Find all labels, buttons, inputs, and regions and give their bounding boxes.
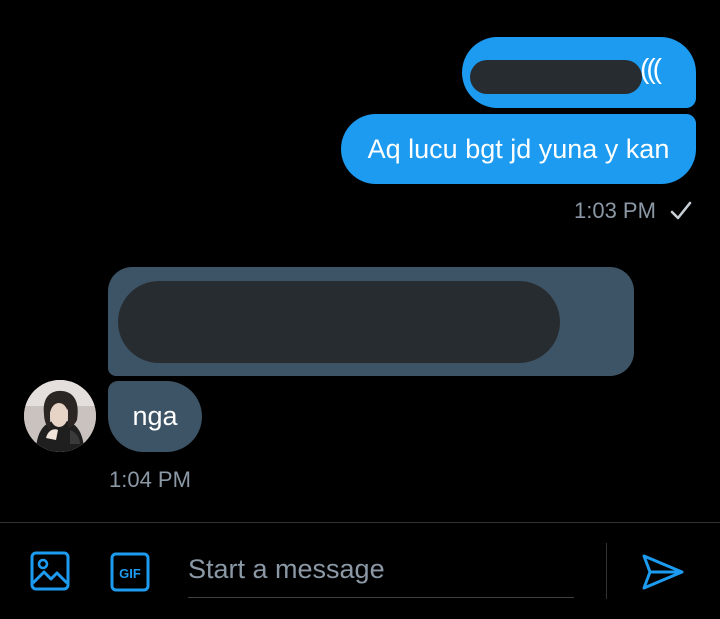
- checkmark-icon: [670, 201, 692, 221]
- message-text: Aq lucu bgt jd yuna y kan: [367, 133, 670, 164]
- gif-label: GIF: [119, 566, 141, 581]
- gif-icon[interactable]: GIF: [108, 550, 152, 594]
- message-input[interactable]: [188, 541, 574, 598]
- redaction-bar: [118, 281, 560, 363]
- incoming-message-bubble[interactable]: nga: [108, 381, 202, 452]
- message-text: nga: [132, 401, 178, 431]
- outgoing-timestamp: 1:03 PM: [574, 198, 692, 224]
- message-composer: GIF: [0, 522, 720, 619]
- message-text-fragment: (((: [640, 53, 662, 84]
- avatar[interactable]: [24, 380, 96, 452]
- timestamp-text: 1:03 PM: [574, 198, 656, 223]
- redaction-bar: [470, 60, 642, 94]
- dm-conversation: ((( Aq lucu bgt jd yuna y kan 1:03 PM ng…: [0, 0, 720, 619]
- image-icon[interactable]: [28, 549, 72, 593]
- outgoing-message-bubble[interactable]: Aq lucu bgt jd yuna y kan: [341, 114, 696, 184]
- send-icon[interactable]: [638, 550, 688, 594]
- composer-divider: [606, 543, 607, 599]
- incoming-timestamp: 1:04 PM: [109, 467, 191, 492]
